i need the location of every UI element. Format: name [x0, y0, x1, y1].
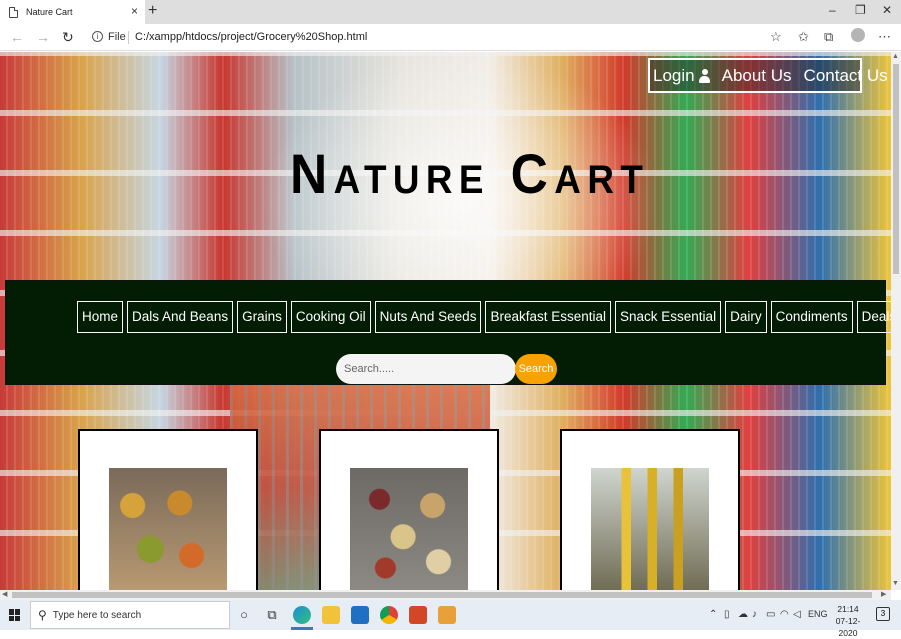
category-menu: Home Dals And Beans Grains Cooking Oil N…: [77, 301, 891, 333]
dals-and-beans-photo: [109, 468, 227, 590]
horizontal-scroll-thumb[interactable]: [12, 592, 872, 598]
site-logo-title: NATURE CART: [290, 146, 649, 202]
browser-tab[interactable]: Nature Cart ×: [0, 0, 145, 24]
scroll-down-icon[interactable]: ▼: [892, 580, 899, 587]
wifi-icon[interactable]: ◠: [780, 609, 789, 620]
menu-item-condiments[interactable]: Condiments: [770, 301, 853, 333]
address-separator: [128, 31, 129, 44]
cortana-icon[interactable]: ○: [236, 607, 252, 623]
close-window-button[interactable]: ✕: [882, 3, 892, 17]
clock-date: 07-12-2020: [835, 616, 861, 638]
taskbar-clock[interactable]: 21:14 07-12-2020: [830, 603, 866, 639]
page-icon: [9, 6, 18, 18]
product-card-cooking-oil[interactable]: [560, 429, 740, 590]
task-view-icon[interactable]: ⧉: [264, 607, 280, 623]
product-card-dals-and-beans[interactable]: [78, 429, 258, 590]
brand-rest-ature: ATURE: [333, 158, 490, 202]
microphone-icon[interactable]: ♪: [752, 609, 757, 620]
onedrive-icon[interactable]: ☁: [738, 609, 748, 620]
category-menu-bar: Home Dals And Beans Grains Cooking Oil N…: [5, 280, 891, 385]
search-input[interactable]: [336, 354, 516, 384]
menu-item-snack-essential[interactable]: Snack Essential: [615, 301, 722, 333]
windows-start-icon[interactable]: [9, 609, 21, 621]
collections-icon[interactable]: ⧉: [824, 29, 833, 45]
volume-icon[interactable]: ◁: [793, 609, 801, 620]
menu-item-dairy[interactable]: Dairy: [725, 301, 767, 333]
search-button[interactable]: Search: [515, 354, 557, 384]
search-icon: ⚲: [38, 608, 47, 622]
tab-close-icon[interactable]: ×: [131, 4, 138, 18]
url-field[interactable]: C:/xampp/htdocs/project/Grocery%20Shop.h…: [135, 31, 367, 43]
user-icon: [698, 68, 710, 83]
menu-item-breakfast-essential[interactable]: Breakfast Essential: [485, 301, 612, 333]
mail-icon[interactable]: [351, 606, 369, 624]
chrome-icon[interactable]: [380, 606, 398, 624]
menu-item-nuts-and-seeds[interactable]: Nuts And Seeds: [374, 301, 482, 333]
taskbar-search-placeholder: Type here to search: [52, 609, 142, 621]
favorites-icon[interactable]: ✩: [798, 29, 809, 45]
file-label: File: [108, 31, 126, 43]
new-tab-button[interactable]: +: [148, 2, 157, 20]
browser-tab-bar: Nature Cart × + – ❐ ✕: [0, 0, 901, 24]
menu-item-dals-and-beans[interactable]: Dals And Beans: [127, 301, 234, 333]
refresh-icon[interactable]: ↻: [62, 29, 74, 46]
login-link[interactable]: Login: [653, 66, 710, 86]
forward-icon[interactable]: →: [36, 29, 50, 45]
brand-initial-n: N: [290, 142, 334, 205]
maximize-button[interactable]: ❐: [855, 3, 866, 17]
more-icon[interactable]: ⋯: [878, 29, 891, 45]
profile-avatar[interactable]: [851, 28, 865, 42]
scroll-right-icon[interactable]: ▶: [881, 590, 886, 598]
vertical-scrollbar[interactable]: ▲ ▼: [891, 52, 901, 590]
product-card-grains[interactable]: [319, 429, 499, 590]
minimize-button[interactable]: –: [829, 3, 836, 17]
menu-item-home[interactable]: Home: [77, 301, 124, 333]
back-icon[interactable]: ←: [10, 29, 24, 45]
tray-device-icon[interactable]: ▯: [724, 609, 730, 620]
horizontal-scrollbar[interactable]: ◀ ▶: [0, 590, 891, 600]
tray-chevron-icon[interactable]: ⌃: [709, 609, 717, 620]
clock-time: 21:14: [837, 604, 859, 614]
about-us-link[interactable]: About Us: [722, 66, 792, 86]
brand-rest-art: ART: [554, 158, 650, 202]
notification-count: 3: [880, 609, 886, 618]
sublime-text-icon[interactable]: [438, 606, 456, 624]
powerpoint-icon[interactable]: [409, 606, 427, 624]
battery-icon[interactable]: ▭: [766, 609, 775, 620]
info-icon[interactable]: i: [92, 31, 103, 42]
tab-title: Nature Cart: [26, 7, 73, 17]
grains-photo: [350, 468, 468, 590]
page-viewport: Login About Us Contact Us NATURE CART Ho…: [0, 52, 891, 590]
cooking-oil-photo: [591, 468, 709, 590]
notification-center-icon[interactable]: 3: [876, 607, 890, 621]
language-indicator[interactable]: ENG: [808, 609, 828, 619]
star-icon[interactable]: ☆: [770, 29, 782, 45]
windows-taskbar: ⚲ Type here to search ○ ⧉ ⌃ ▯ ☁ ♪ ▭ ◠ ◁ …: [0, 600, 901, 638]
menu-item-cooking-oil[interactable]: Cooking Oil: [290, 301, 371, 333]
file-explorer-icon[interactable]: [322, 606, 340, 624]
top-navigation: Login About Us Contact Us: [648, 58, 888, 93]
scroll-up-icon[interactable]: ▲: [892, 53, 899, 60]
vertical-scroll-thumb[interactable]: [893, 64, 899, 274]
scroll-left-icon[interactable]: ◀: [2, 590, 7, 598]
contact-us-link[interactable]: Contact Us: [804, 66, 888, 86]
taskbar-search-box[interactable]: ⚲ Type here to search: [30, 601, 230, 629]
menu-item-deals[interactable]: Deals: [856, 301, 891, 333]
login-label: Login: [653, 65, 695, 85]
brand-initial-c: C: [510, 142, 555, 205]
menu-item-grains[interactable]: Grains: [237, 301, 287, 333]
search-form: Search: [336, 354, 557, 384]
edge-browser-icon[interactable]: [293, 606, 311, 624]
address-bar: ← → ↻ i File C:/xampp/htdocs/project/Gro…: [0, 24, 901, 51]
